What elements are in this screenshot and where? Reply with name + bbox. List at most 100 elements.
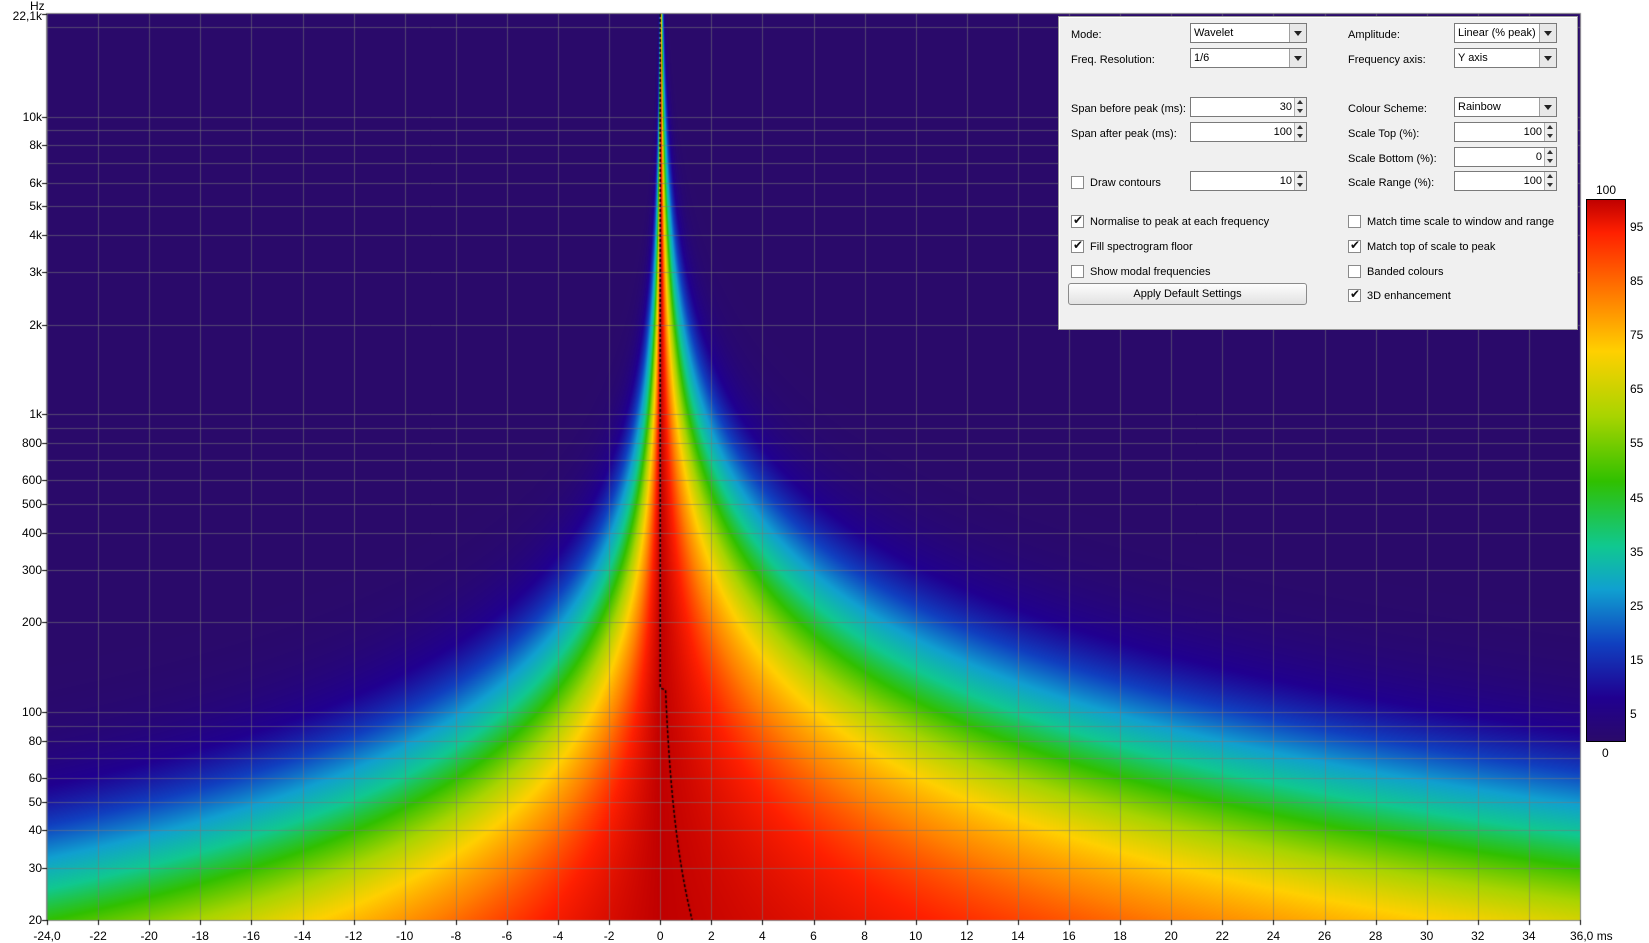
scale-range-input[interactable]: 100 bbox=[1454, 171, 1557, 191]
y-tick-label: 200 bbox=[21, 615, 42, 630]
colour-scale-label: 95 bbox=[1630, 220, 1644, 235]
colour-scale-label: 65 bbox=[1630, 382, 1644, 397]
span-after-label: Span after peak (ms): bbox=[1071, 128, 1177, 140]
fill-floor-checkbox[interactable] bbox=[1071, 238, 1084, 253]
match-top-label: Match top of scale to peak bbox=[1367, 241, 1496, 253]
x-tick-label: 32 bbox=[1471, 929, 1485, 943]
x-tick-label: -16 bbox=[242, 929, 261, 943]
y-tick-label: 60 bbox=[28, 770, 42, 785]
x-tick-label: 2 bbox=[707, 929, 715, 943]
x-tick-label: 6 bbox=[810, 929, 817, 943]
settings-panel: Mode: Wavelet Freq. Resolution: 1/6 Span… bbox=[1058, 16, 1578, 330]
chevron-down-icon[interactable] bbox=[1539, 49, 1556, 67]
chevron-down-icon[interactable] bbox=[1539, 24, 1556, 42]
3d-enhancement-label: 3D enhancement bbox=[1367, 290, 1451, 302]
show-modal-checkbox[interactable] bbox=[1071, 265, 1084, 278]
3d-enhancement-checkbox[interactable] bbox=[1348, 287, 1361, 302]
y-tick-label: 600 bbox=[21, 473, 42, 488]
scale-bottom-label: Scale Bottom (%): bbox=[1348, 153, 1437, 165]
x-tick-label: 34 bbox=[1522, 929, 1536, 943]
contours-input[interactable]: 10 bbox=[1190, 171, 1307, 191]
spinner-icon[interactable] bbox=[1544, 123, 1556, 141]
span-before-input[interactable]: 30 bbox=[1190, 97, 1307, 117]
colour-scale-bar bbox=[1586, 199, 1626, 742]
scale-range-value: 100 bbox=[1523, 175, 1542, 187]
colour-scale-label: 35 bbox=[1630, 544, 1644, 559]
freq-resolution-label: Freq. Resolution: bbox=[1071, 54, 1155, 66]
colour-scale-label: 75 bbox=[1630, 328, 1644, 343]
colour-scheme-dropdown[interactable]: Rainbow bbox=[1454, 97, 1557, 117]
x-tick-label: 4 bbox=[759, 929, 766, 943]
x-tick-label: -6 bbox=[501, 929, 513, 943]
draw-contours-label: Draw contours bbox=[1090, 177, 1161, 189]
y-axis-unit: Hz bbox=[30, 0, 45, 13]
y-tick-label: 6k bbox=[29, 175, 42, 190]
frequency-axis-label: Frequency axis: bbox=[1348, 54, 1426, 66]
colour-scheme-label: Colour Scheme: bbox=[1348, 103, 1427, 115]
y-tick-label: 40 bbox=[28, 823, 42, 838]
y-tick-label: 3k bbox=[29, 265, 42, 280]
colour-scale-label: 5 bbox=[1630, 706, 1637, 721]
y-tick-label: 10k bbox=[22, 109, 42, 124]
x-tick-label: 12 bbox=[960, 929, 974, 943]
normalise-checkbox[interactable] bbox=[1071, 213, 1084, 228]
colour-scale-label: 45 bbox=[1630, 490, 1644, 505]
span-before-label: Span before peak (ms): bbox=[1071, 103, 1186, 115]
scale-top-input[interactable]: 100 bbox=[1454, 122, 1557, 142]
span-after-value: 100 bbox=[1273, 126, 1292, 138]
x-tick-label: -2 bbox=[603, 929, 615, 943]
x-tick-label: 20 bbox=[1164, 929, 1178, 943]
scale-top-label: Scale Top (%): bbox=[1348, 128, 1420, 140]
amplitude-dropdown[interactable]: Linear (% peak) bbox=[1454, 23, 1557, 43]
mode-dropdown[interactable]: Wavelet bbox=[1190, 23, 1307, 43]
y-tick-label: 1k bbox=[29, 407, 42, 422]
contours-value: 10 bbox=[1279, 175, 1292, 187]
amplitude-value: Linear (% peak) bbox=[1458, 27, 1536, 39]
x-tick-label: 0 bbox=[656, 929, 664, 943]
x-tick-label: 14 bbox=[1011, 929, 1025, 943]
freq-resolution-dropdown[interactable]: 1/6 bbox=[1190, 48, 1307, 68]
x-tick-label: 10 bbox=[909, 929, 923, 943]
draw-contours-checkbox[interactable] bbox=[1071, 176, 1084, 189]
chevron-down-icon[interactable] bbox=[1289, 24, 1306, 42]
chevron-down-icon[interactable] bbox=[1539, 98, 1556, 116]
x-tick-label: 36,0 ms bbox=[1570, 929, 1613, 943]
chevron-down-icon[interactable] bbox=[1289, 49, 1306, 67]
y-tick-label: 30 bbox=[28, 860, 42, 875]
x-tick-label: 26 bbox=[1317, 929, 1332, 943]
spinner-icon[interactable] bbox=[1294, 123, 1306, 141]
y-tick-label: 50 bbox=[28, 794, 42, 809]
freq-resolution-value: 1/6 bbox=[1194, 52, 1210, 64]
fill-floor-label: Fill spectrogram floor bbox=[1090, 241, 1193, 253]
match-top-checkbox[interactable] bbox=[1348, 238, 1361, 253]
y-tick-label: 4k bbox=[29, 227, 42, 242]
x-tick-label: -18 bbox=[191, 929, 209, 943]
spinner-icon[interactable] bbox=[1294, 98, 1306, 116]
scale-bottom-input[interactable]: 0 bbox=[1454, 147, 1557, 167]
banded-colours-checkbox[interactable] bbox=[1348, 265, 1361, 278]
mode-label: Mode: bbox=[1071, 29, 1102, 41]
y-tick-label: 5k bbox=[29, 199, 42, 214]
show-modal-label: Show modal frequencies bbox=[1090, 266, 1211, 278]
spinner-icon[interactable] bbox=[1294, 172, 1306, 190]
colour-scale-label: 15 bbox=[1630, 652, 1644, 667]
scale-bottom-value: 0 bbox=[1535, 151, 1542, 163]
x-tick-label: -8 bbox=[450, 929, 462, 943]
y-tick-label: 2k bbox=[29, 317, 42, 332]
frequency-axis-dropdown[interactable]: Y axis bbox=[1454, 48, 1557, 68]
x-tick-label: 28 bbox=[1368, 929, 1383, 943]
mode-value: Wavelet bbox=[1194, 27, 1234, 39]
y-tick-label: 8k bbox=[29, 138, 42, 153]
apply-default-settings-button[interactable]: Apply Default Settings bbox=[1068, 283, 1307, 305]
spinner-icon[interactable] bbox=[1544, 148, 1556, 166]
span-after-input[interactable]: 100 bbox=[1190, 122, 1307, 142]
x-tick-label: 30 bbox=[1420, 929, 1434, 943]
banded-colours-label: Banded colours bbox=[1367, 266, 1444, 278]
spinner-icon[interactable] bbox=[1544, 172, 1556, 190]
x-tick-label: 18 bbox=[1113, 929, 1127, 943]
y-tick-label: 300 bbox=[21, 562, 42, 577]
match-time-scale-checkbox[interactable] bbox=[1348, 215, 1361, 228]
y-tick-label: 400 bbox=[21, 525, 42, 540]
scale-range-label: Scale Range (%): bbox=[1348, 177, 1435, 189]
y-tick-label: 20 bbox=[28, 913, 42, 927]
